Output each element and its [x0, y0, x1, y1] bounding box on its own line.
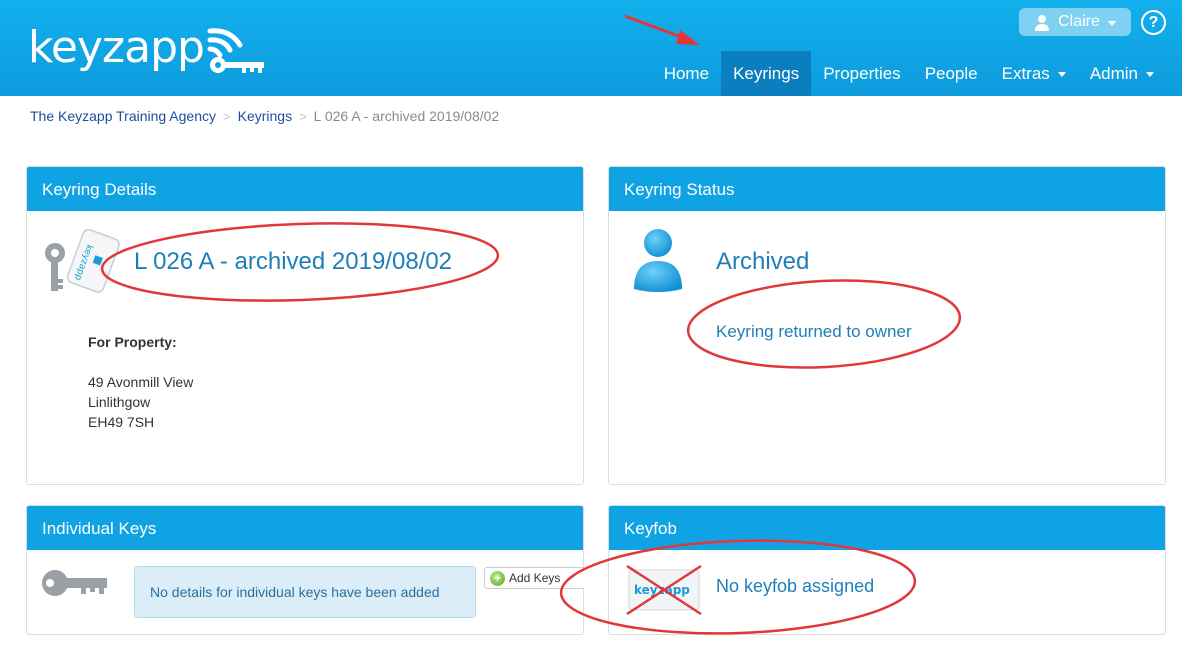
no-keys-text: No details for individual keys have been… — [150, 584, 440, 600]
nav-people-label: People — [924, 63, 978, 83]
add-keys-label: Add Keys — [509, 571, 561, 585]
nav-properties[interactable]: Properties — [811, 51, 912, 96]
keyfob-crossed-icon: keyzapp — [626, 564, 702, 616]
breadcrumb-separator: > — [223, 108, 231, 124]
nav-extras[interactable]: Extras — [990, 51, 1078, 96]
main-nav: Home Keyrings Properties People Extras A… — [652, 51, 1166, 96]
plus-icon: + — [490, 570, 505, 586]
breadcrumb-separator: > — [299, 108, 307, 124]
add-keys-button[interactable]: + Add Keys — [484, 567, 584, 589]
panel-heading: Keyring Status — [609, 167, 1165, 211]
keyring-details-panel: Keyring Details keyzapp L 026 A - archiv… — [26, 166, 584, 485]
key-icon — [42, 570, 107, 596]
logo-text: keyzapp — [28, 22, 205, 73]
no-keys-message: No details for individual keys have been… — [134, 566, 476, 618]
property-label: For Property: — [88, 334, 177, 350]
user-icon — [1035, 14, 1050, 31]
panel-heading: Individual Keys — [27, 506, 583, 550]
panel-heading: Keyring Details — [27, 167, 583, 211]
status-state: Archived — [716, 248, 810, 275]
nav-people[interactable]: People — [913, 51, 990, 96]
nav-home[interactable]: Home — [652, 51, 721, 96]
nav-admin-label: Admin — [1089, 63, 1138, 83]
help-icon[interactable]: ? — [1141, 10, 1166, 35]
person-icon — [634, 229, 682, 292]
nav-properties-label: Properties — [823, 63, 901, 83]
user-menu-button[interactable]: Claire — [1019, 8, 1131, 36]
chevron-down-icon — [1146, 72, 1154, 77]
nav-keyrings-label: Keyrings — [733, 63, 800, 83]
user-name: Claire — [1058, 13, 1100, 30]
chevron-down-icon — [1057, 72, 1066, 77]
breadcrumb-agency-link[interactable]: The Keyzapp Training Agency — [30, 108, 216, 124]
property-postcode: EH49 7SH — [88, 414, 155, 430]
status-reason: Keyring returned to owner — [716, 322, 912, 341]
keyring-status-panel: Keyring Status Archived Keyring returned… — [608, 166, 1166, 485]
top-header: keyzapp Claire ? Home Keyrings Propertie… — [0, 0, 1182, 96]
nav-keyrings[interactable]: Keyrings — [721, 51, 812, 96]
chevron-down-icon — [1107, 20, 1116, 26]
wifi-key-logo-icon — [207, 28, 264, 73]
nav-extras-label: Extras — [1001, 63, 1050, 83]
keyfob-message: No keyfob assigned — [716, 576, 875, 596]
panel-heading: Keyfob — [609, 506, 1165, 550]
keyring-fob-icon: keyzapp — [45, 229, 120, 293]
individual-keys-panel: Individual Keys No details for individua… — [26, 505, 584, 635]
keyfob-panel: Keyfob keyzapp No keyfob assigned — [608, 505, 1166, 635]
breadcrumb-current: L 026 A - archived 2019/08/02 — [313, 108, 500, 124]
nav-admin[interactable]: Admin — [1078, 51, 1166, 96]
breadcrumb-keyrings-link[interactable]: Keyrings — [238, 108, 292, 124]
breadcrumb: The Keyzapp Training Agency > Keyrings >… — [30, 108, 499, 124]
property-town: Linlithgow — [88, 394, 151, 410]
keyring-name: L 026 A - archived 2019/08/02 — [134, 248, 453, 275]
nav-home-label: Home — [663, 63, 710, 83]
property-address-link[interactable]: 49 Avonmill View — [88, 374, 193, 390]
keyzapp-logo[interactable]: keyzapp — [28, 18, 268, 78]
